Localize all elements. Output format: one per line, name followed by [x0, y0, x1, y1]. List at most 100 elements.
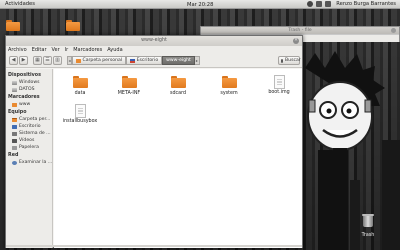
file-view[interactable]: data META-INF sdcard system boot.img ins…: [54, 69, 302, 248]
desktop-folder-icon[interactable]: [66, 20, 80, 31]
columns-icon: ▥: [55, 57, 60, 63]
crumb-current-label: www-eight: [166, 57, 191, 63]
menubar: Archivo Editar Ver Ir Marcadores Ayuda: [6, 46, 302, 54]
back-button[interactable]: ◀: [9, 56, 18, 65]
trash-window-title: Trash - file: [288, 28, 312, 33]
statusbar: [6, 245, 302, 247]
grid-icon: ▦: [35, 57, 40, 63]
folder-icon: [72, 76, 88, 88]
search-button[interactable]: Buscar: [278, 56, 301, 65]
list-view-button[interactable]: ☰: [43, 56, 52, 65]
crumb-home-label: Carpeta personal: [82, 57, 123, 63]
file-item-boot-img[interactable]: boot.img: [257, 75, 301, 95]
crumb-current[interactable]: www-eight: [162, 56, 195, 65]
file-label: data: [74, 91, 86, 96]
file-label: installbusybox: [62, 119, 98, 124]
folder-icon: [221, 76, 237, 88]
window-titlebar[interactable]: www-eight ✕: [6, 36, 302, 46]
system-tray: Renzo Burga Barrantes: [307, 1, 396, 7]
menu-archivo[interactable]: Archivo: [8, 47, 27, 53]
drive-icon: [12, 80, 17, 85]
file-manager-window[interactable]: www-eight ✕ Archivo Editar Ver Ir Marcad…: [5, 35, 303, 248]
sidebar-item-home[interactable]: Carpeta per...: [6, 116, 52, 123]
sidebar-item-filesystem[interactable]: Sistema de ...: [6, 130, 52, 137]
toolbar: ◀ ▶ ▦ ☰ ▥ ◂ Carpeta personal Escritorio …: [6, 54, 302, 68]
network-icon[interactable]: [325, 1, 332, 7]
menu-editar[interactable]: Editar: [32, 47, 47, 53]
file-label: system: [220, 91, 238, 96]
file-item-system[interactable]: system: [207, 76, 251, 96]
search-label: Buscar: [285, 57, 301, 63]
panel-clock[interactable]: Mar 20:28: [187, 2, 213, 8]
trash-window-titlebar[interactable]: Trash - file: [201, 27, 399, 34]
sidebar-item-label: Papelera: [19, 145, 39, 150]
sidebar-item-label: Carpeta per...: [19, 117, 51, 122]
sidebar-item-desktop[interactable]: Escritorio: [6, 123, 52, 130]
sidebar-item-label: Windows: [19, 80, 40, 85]
home-folder-icon: [12, 117, 17, 122]
sidebar-header-devices: Dispositivos: [8, 72, 41, 78]
file-item-sdcard[interactable]: sdcard: [156, 76, 200, 96]
arrow-right-icon: ▶: [21, 57, 26, 63]
menu-marcadores[interactable]: Marcadores: [73, 47, 102, 53]
robot-mascot-art: [305, 51, 385, 170]
search-icon: [281, 58, 283, 63]
breadcrumb: ◂ Carpeta personal Escritorio www-eight …: [67, 56, 200, 65]
volume-icon[interactable]: [316, 1, 323, 7]
sidebar-header-network: Red: [8, 152, 19, 158]
sidebar-item-label: www: [19, 102, 31, 107]
file-item-data[interactable]: data: [58, 76, 102, 96]
activities-button[interactable]: Actividades: [0, 1, 35, 7]
document-icon: [74, 104, 86, 118]
sidebar-item-label: Escritorio: [19, 124, 41, 129]
folder-icon: [12, 102, 17, 107]
wallpaper-building: [350, 180, 360, 250]
home-folder-icon: [76, 58, 81, 63]
sidebar-item-browse-network[interactable]: Examinar la ...: [6, 159, 52, 166]
sidebar: Dispositivos Windows DATOS Marcadores ww…: [6, 69, 53, 248]
list-icon: ☰: [45, 57, 50, 63]
compact-view-button[interactable]: ▥: [53, 56, 62, 65]
trash-label: Trash: [361, 233, 375, 238]
crumb-home[interactable]: Carpeta personal: [72, 56, 127, 65]
sidebar-item-windows[interactable]: Windows: [6, 79, 52, 86]
document-icon: [273, 75, 285, 89]
file-item-meta-inf[interactable]: META-INF: [107, 76, 151, 96]
desktop-folder-icon[interactable]: [6, 20, 20, 31]
close-icon[interactable]: [391, 28, 396, 33]
crumb-scroll-right[interactable]: ▸: [194, 56, 200, 65]
file-label: sdcard: [169, 91, 187, 96]
sidebar-item-label: DATOS: [19, 87, 35, 92]
close-icon[interactable]: ✕: [293, 38, 299, 44]
sidebar-header-computer: Equipo: [8, 109, 27, 115]
sidebar-item-label: Examinar la ...: [19, 160, 53, 165]
network-icon: [12, 160, 17, 165]
sidebar-item-www[interactable]: www: [6, 101, 52, 108]
folder-icon: [170, 76, 186, 88]
drive-icon: [12, 87, 17, 92]
sidebar-item-label: Vídeos: [19, 138, 35, 143]
sidebar-item-videos[interactable]: Vídeos: [6, 137, 52, 144]
trash-icon[interactable]: [361, 212, 375, 232]
crumb-desktop-label: Escritorio: [136, 57, 159, 63]
folder-icon: [121, 76, 137, 88]
desktop-icon: [130, 58, 136, 63]
sidebar-item-trash[interactable]: Papelera: [6, 144, 52, 151]
video-folder-icon: [12, 138, 17, 143]
forward-button[interactable]: ▶: [19, 56, 28, 65]
menu-ver[interactable]: Ver: [52, 47, 60, 53]
file-label: boot.img: [268, 90, 290, 95]
top-panel: Actividades Mar 20:28 Renzo Burga Barran…: [0, 0, 400, 9]
file-item-installbusybox[interactable]: installbusybox: [58, 104, 102, 124]
icon-view-button[interactable]: ▦: [33, 56, 42, 65]
crumb-desktop[interactable]: Escritorio: [126, 56, 163, 65]
trash-icon: [12, 145, 17, 150]
file-label: META-INF: [117, 91, 141, 96]
menu-ir[interactable]: Ir: [65, 47, 69, 53]
desktop-icon: [12, 124, 17, 129]
accessibility-icon[interactable]: [307, 1, 314, 7]
window-title: www-eight: [141, 38, 167, 43]
menu-ayuda[interactable]: Ayuda: [107, 47, 122, 53]
sidebar-item-datos[interactable]: DATOS: [6, 86, 52, 93]
user-menu[interactable]: Renzo Burga Barrantes: [336, 1, 396, 7]
